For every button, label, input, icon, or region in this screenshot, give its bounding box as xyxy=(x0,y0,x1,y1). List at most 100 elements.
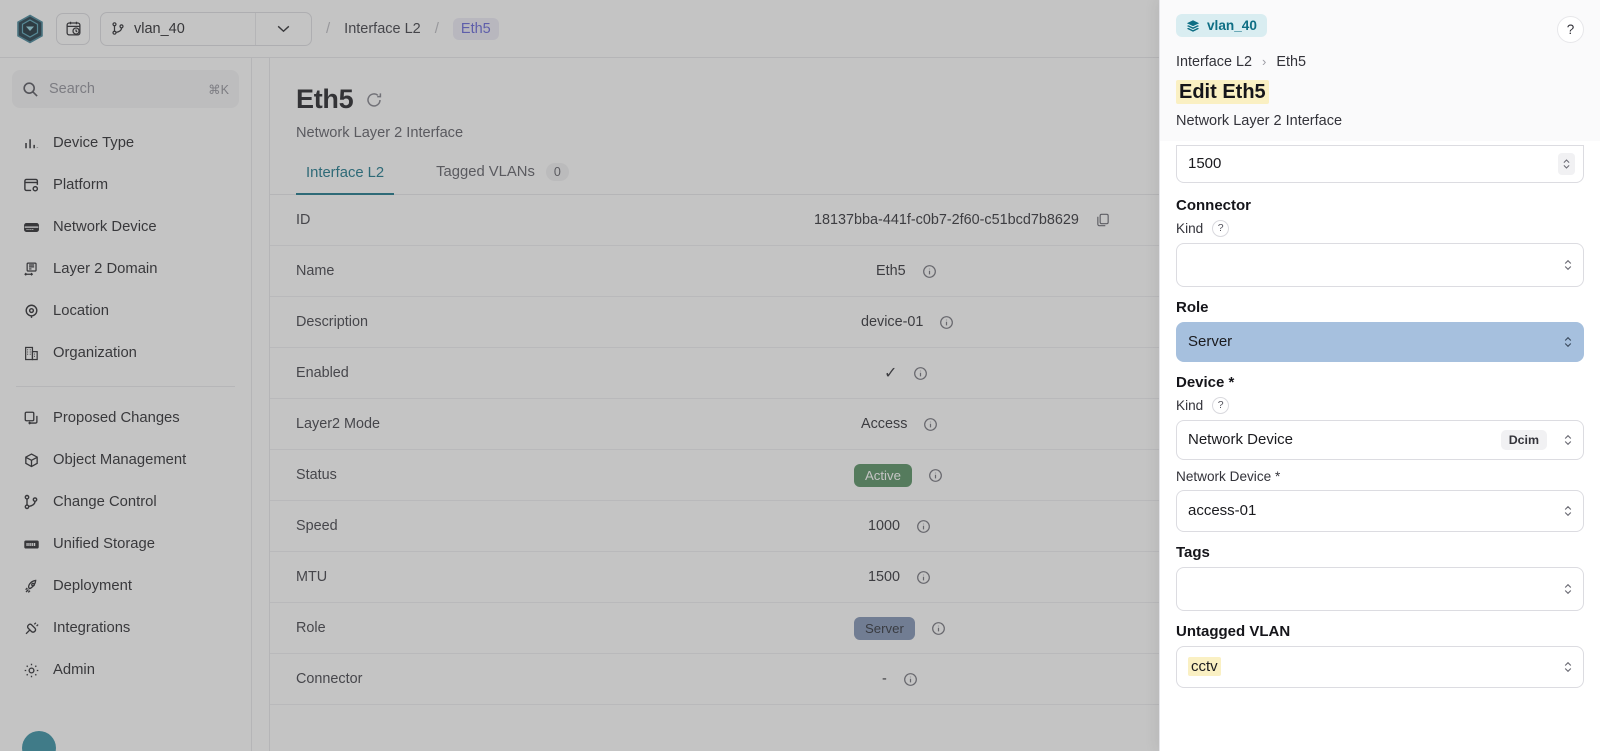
chevron-right-icon: › xyxy=(1262,54,1267,69)
untagged-vlan-select[interactable]: cctv xyxy=(1176,645,1584,688)
field-label-role: Role xyxy=(1176,298,1209,316)
row-value-text: 18137bba-441f-c0b7-2f60-c51bcd7b8629 xyxy=(814,212,1079,228)
mtu-input[interactable]: 1500 xyxy=(1176,144,1584,183)
sidebar-item-unified-storage[interactable]: Unified Storage xyxy=(12,523,239,565)
sidebar-item-proposed-changes[interactable]: Proposed Changes xyxy=(12,397,239,439)
panel-breadcrumb-current[interactable]: Eth5 xyxy=(1276,54,1306,70)
field-mtu: 1500 xyxy=(1176,144,1584,183)
chevron-updown-icon[interactable] xyxy=(1563,659,1573,674)
branch-pill[interactable]: vlan_40 xyxy=(1176,14,1267,37)
row-value-text: 1000 xyxy=(868,518,901,534)
role-badge: Server xyxy=(854,616,915,640)
help-icon[interactable]: ? xyxy=(1212,219,1230,237)
row-value-text: device-01 xyxy=(861,314,924,330)
sidebar-item-platform[interactable]: Platform xyxy=(12,164,239,206)
sidebar-item-label: Organization xyxy=(53,345,137,361)
panel-breadcrumb-parent[interactable]: Interface L2 xyxy=(1176,54,1252,70)
connector-kind-select[interactable] xyxy=(1176,242,1584,287)
calendar-clock-icon[interactable] xyxy=(56,12,90,45)
storage-icon xyxy=(22,535,40,553)
chevron-updown-icon[interactable] xyxy=(1563,432,1573,447)
info-icon[interactable] xyxy=(928,468,943,483)
row-value-text: - xyxy=(882,671,887,687)
sidebar-item-label: Network Device xyxy=(53,219,157,235)
sidebar-item-layer-2-domain[interactable]: Layer 2 Domain xyxy=(12,248,239,290)
hexagon-shield-logo[interactable] xyxy=(14,13,46,45)
search-shortcut: ⌘K xyxy=(208,82,229,97)
network-device-value: access-01 xyxy=(1188,502,1257,519)
info-icon[interactable] xyxy=(922,264,937,279)
sidebar-item-device-type[interactable]: Device Type xyxy=(12,122,239,164)
panel-title-text: Edit Eth5 xyxy=(1176,79,1269,104)
branch-select-main[interactable]: vlan_40 xyxy=(101,13,255,45)
chevron-down-icon[interactable] xyxy=(255,12,311,45)
row-value-text: Eth5 xyxy=(876,263,906,279)
edit-panel: vlan_40 ? Interface L2 › Eth5 Edit Eth5 … xyxy=(1159,0,1600,751)
sidebar-item-label: Layer 2 Domain xyxy=(53,261,158,277)
help-icon[interactable]: ? xyxy=(1212,396,1230,414)
info-icon[interactable] xyxy=(913,366,928,381)
role-select[interactable]: Server xyxy=(1176,321,1584,362)
window-gear-icon xyxy=(22,176,40,194)
sidebar-item-organization[interactable]: Organization xyxy=(12,332,239,374)
git-branch-icon xyxy=(22,493,40,511)
sidebar-item-change-control[interactable]: Change Control xyxy=(12,481,239,523)
chevron-updown-icon[interactable] xyxy=(1563,257,1573,272)
sub-label-text: Network Device * xyxy=(1176,468,1281,484)
copy-icon[interactable] xyxy=(1095,212,1111,228)
chevron-updown-icon[interactable] xyxy=(1563,503,1573,518)
sidebar-item-object-management[interactable]: Object Management xyxy=(12,439,239,481)
info-icon[interactable] xyxy=(903,672,918,687)
info-icon[interactable] xyxy=(916,519,931,534)
field-untagged-vlan: Untagged VLAN cctv xyxy=(1176,623,1584,688)
branch-pill-label: vlan_40 xyxy=(1207,18,1257,33)
tags-select[interactable] xyxy=(1176,566,1584,611)
breadcrumb-separator-1: / xyxy=(326,20,331,37)
sidebar-item-label: Unified Storage xyxy=(53,536,155,552)
network-device-select[interactable]: access-01 xyxy=(1176,489,1584,532)
search-placeholder: Search xyxy=(49,81,95,97)
sidebar-item-label: Location xyxy=(53,303,109,319)
device-kind-value: Network Device xyxy=(1188,431,1294,448)
field-connector: Connector Kind ? xyxy=(1176,197,1584,287)
row-label: Status xyxy=(296,467,337,483)
refresh-icon[interactable] xyxy=(365,91,383,109)
info-icon[interactable] xyxy=(916,570,931,585)
chevron-updown-icon[interactable] xyxy=(1563,334,1573,349)
layers-icon xyxy=(1186,19,1200,33)
network-grid-icon xyxy=(22,260,40,278)
row-label: Description xyxy=(296,314,368,330)
git-branch-icon xyxy=(111,21,125,36)
sidebar-item-integrations[interactable]: Integrations xyxy=(12,607,239,649)
building-icon xyxy=(22,344,40,362)
info-icon[interactable] xyxy=(923,417,938,432)
info-icon[interactable] xyxy=(939,315,954,330)
sidebar-item-admin[interactable]: Admin xyxy=(12,649,239,691)
user-avatar[interactable] xyxy=(22,731,56,751)
row-check-mark: ✓ xyxy=(884,365,898,382)
sidebar-item-label: Admin xyxy=(53,662,95,678)
tab-interface-l2[interactable]: Interface L2 xyxy=(296,165,395,195)
page-title: Eth5 xyxy=(296,84,354,114)
breadcrumb-interface-l2[interactable]: Interface L2 xyxy=(344,21,421,37)
mtu-stepper[interactable] xyxy=(1558,152,1575,175)
branch-select[interactable]: vlan_40 xyxy=(100,11,312,46)
search-input[interactable]: Search ⌘K xyxy=(12,70,239,108)
branch-select-value: vlan_40 xyxy=(134,20,185,37)
gear-icon xyxy=(22,661,40,679)
tab-tagged-vlans[interactable]: Tagged VLANs 0 xyxy=(426,163,579,194)
field-label-device: Device * xyxy=(1176,373,1235,391)
sidebar-item-location[interactable]: Location xyxy=(12,290,239,332)
chevron-updown-icon[interactable] xyxy=(1563,581,1573,596)
device-kind-select[interactable]: Network Device Dcim xyxy=(1176,419,1584,460)
nav-group-primary: Device Type Platform Network Device Laye… xyxy=(12,122,239,374)
info-icon[interactable] xyxy=(931,621,946,636)
sidebar-item-deployment[interactable]: Deployment xyxy=(12,565,239,607)
sidebar-item-label: Deployment xyxy=(53,578,132,594)
panel-subtitle: Network Layer 2 Interface xyxy=(1176,112,1343,129)
help-button[interactable]: ? xyxy=(1557,16,1584,43)
breadcrumb-eth5[interactable]: Eth5 xyxy=(452,17,499,40)
untagged-vlan-value: cctv xyxy=(1188,657,1221,676)
kind-label-text: Kind xyxy=(1176,220,1204,236)
sidebar-item-network-device[interactable]: Network Device xyxy=(12,206,239,248)
